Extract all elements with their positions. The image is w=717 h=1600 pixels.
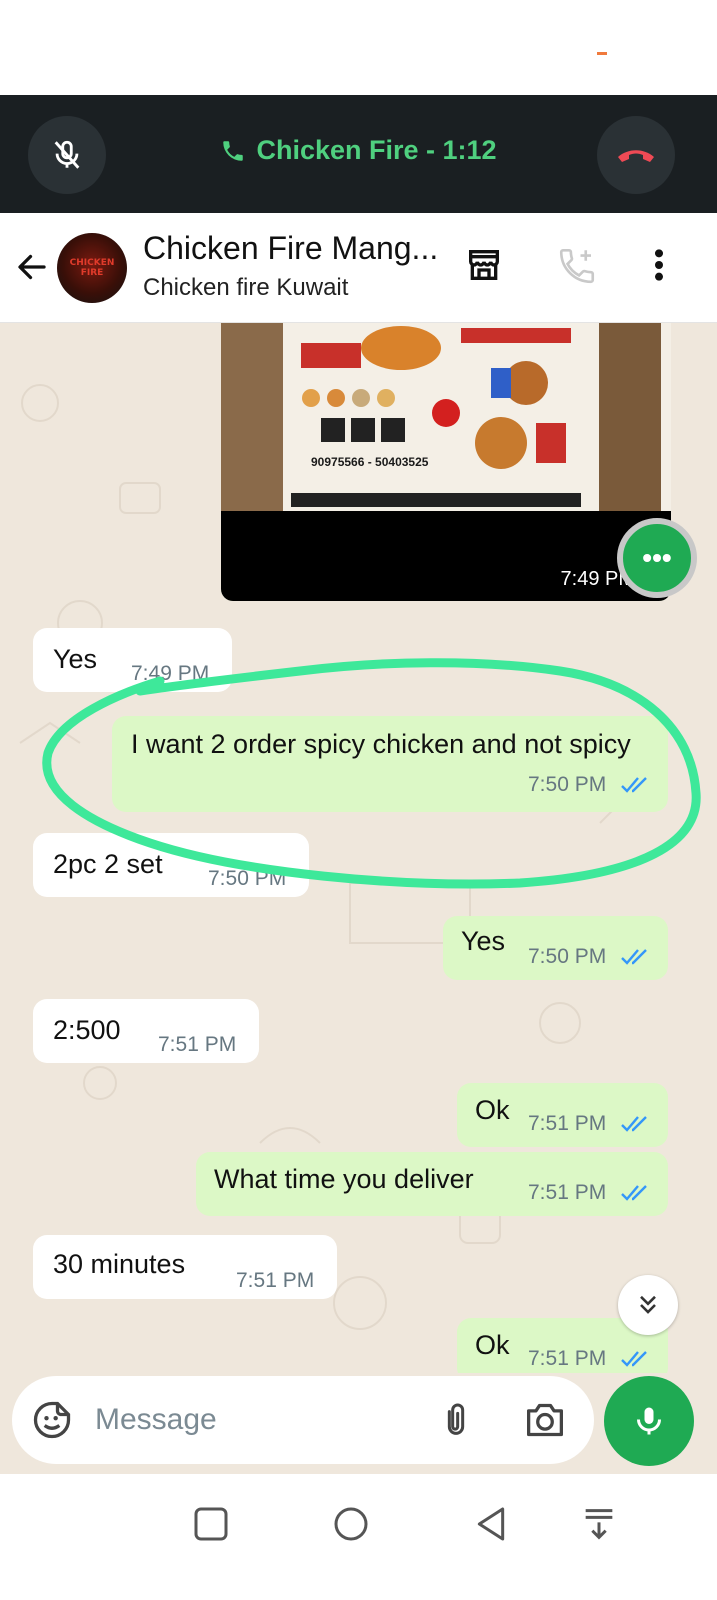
read-receipt-icon	[621, 1185, 647, 1201]
hang-up-icon	[618, 150, 654, 162]
more-actions-button[interactable]: •••	[617, 518, 697, 598]
add-call-icon	[559, 248, 595, 284]
sticker-icon[interactable]	[30, 1398, 74, 1442]
message-text: Ok	[475, 1095, 510, 1125]
message-time: 7:51 PM	[236, 1269, 315, 1292]
message-time: 7:51 PM	[158, 1033, 237, 1056]
ongoing-call-bar[interactable]: Chicken Fire - 1:12	[0, 95, 717, 213]
message-time: 7:51 PM	[528, 1112, 607, 1135]
contact-name[interactable]: Chicken Fire Mang...	[143, 230, 443, 267]
message-outgoing[interactable]: Ok 7:51 PM	[457, 1083, 668, 1147]
message-input[interactable]: Message	[95, 1403, 217, 1437]
image-message[interactable]: 90975566 - 50403525 7:49 PM	[221, 323, 671, 601]
camera-icon[interactable]	[523, 1400, 567, 1440]
message-time: 7:50 PM	[208, 867, 287, 890]
back-triangle-icon[interactable]	[471, 1504, 511, 1544]
phone-icon	[223, 140, 244, 161]
avatar-logo-text: CHICKEN FIRE	[69, 258, 115, 278]
message-outgoing[interactable]: Yes 7:50 PM	[443, 916, 668, 980]
status-bar	[0, 0, 717, 95]
message-text: I want 2 order spicy chicken and not spi…	[131, 729, 631, 759]
home-circle-icon[interactable]	[331, 1504, 371, 1544]
message-time: 7:49 PM	[131, 662, 210, 685]
read-receipt-icon	[621, 1116, 647, 1132]
recents-square-icon[interactable]	[191, 1504, 231, 1544]
scroll-to-bottom-button[interactable]	[618, 1275, 678, 1335]
more-options-button[interactable]	[645, 245, 673, 290]
chat-header: CHICKEN FIRE Chicken Fire Mang... Chicke…	[0, 213, 717, 323]
read-receipt-icon	[621, 777, 647, 793]
message-text: Yes	[461, 926, 506, 956]
system-navigation-bar	[0, 1474, 717, 1600]
message-outgoing[interactable]: I want 2 order spicy chicken and not spi…	[112, 716, 668, 812]
message-text: Ok	[475, 1330, 510, 1360]
message-text: Yes	[53, 644, 98, 674]
message-text: 2:500	[53, 1015, 121, 1045]
message-composer[interactable]: Message	[12, 1376, 594, 1464]
message-incoming[interactable]: 2pc 2 set 7:50 PM	[33, 833, 309, 897]
message-incoming[interactable]: 2:500 7:51 PM	[33, 999, 259, 1063]
notification-pull-icon[interactable]	[579, 1504, 619, 1544]
voice-message-button[interactable]	[604, 1376, 694, 1466]
message-incoming[interactable]: Yes 7:49 PM	[33, 628, 232, 692]
contact-avatar[interactable]: CHICKEN FIRE	[57, 233, 127, 303]
message-text: 2pc 2 set	[53, 849, 163, 879]
arrow-left-icon	[18, 254, 46, 280]
ellipsis-icon: •••	[642, 542, 672, 573]
flyer-left-panel	[221, 323, 283, 511]
read-receipt-icon	[621, 1351, 647, 1367]
message-time: 7:50 PM	[528, 945, 607, 968]
flyer-artwork	[291, 326, 581, 507]
message-text: 30 minutes	[53, 1249, 186, 1279]
microphone-icon	[637, 1407, 661, 1435]
more-vertical-icon	[655, 249, 663, 281]
chevrons-down-icon	[640, 1295, 656, 1314]
message-time: 7:51 PM	[528, 1347, 607, 1370]
flyer-phone-number: 90975566 - 50403525	[311, 455, 429, 469]
contact-subtitle[interactable]: Chicken fire Kuwait	[143, 274, 348, 302]
status-indicator	[597, 52, 607, 55]
chat-messages[interactable]: 90975566 - 50403525 7:49 PM ••• Yes 7:49…	[0, 323, 717, 1373]
add-call-button[interactable]	[556, 245, 598, 292]
shop-button[interactable]	[464, 245, 504, 290]
call-title-text: Chicken Fire - 1:12	[256, 135, 497, 165]
flyer-right-panel	[599, 323, 661, 511]
read-receipt-icon	[621, 949, 647, 965]
storefront-icon	[469, 250, 499, 280]
attach-icon[interactable]	[436, 1396, 476, 1444]
message-time: 7:51 PM	[528, 1181, 607, 1204]
menu-flyer-image[interactable]: 90975566 - 50403525	[221, 323, 671, 511]
message-incoming[interactable]: 30 minutes 7:51 PM	[33, 1235, 337, 1299]
message-time: 7:50 PM	[528, 773, 607, 796]
message-text: What time you deliver	[214, 1164, 474, 1194]
end-call-button[interactable]	[597, 116, 675, 194]
back-button[interactable]	[14, 249, 50, 290]
message-outgoing[interactable]: What time you deliver 7:51 PM	[196, 1152, 668, 1216]
